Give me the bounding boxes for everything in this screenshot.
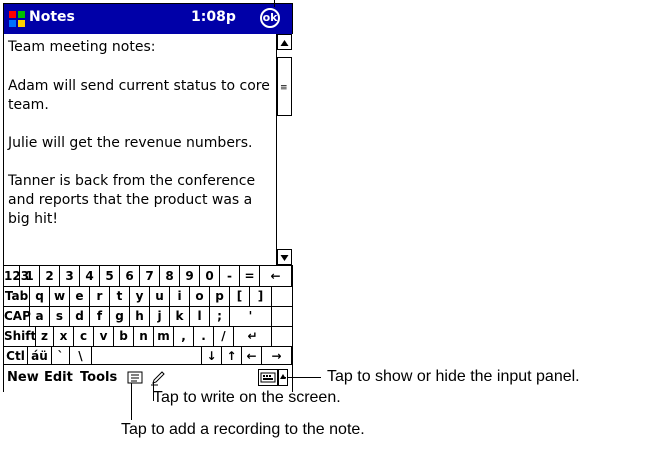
key[interactable]: 0 (200, 266, 220, 286)
key[interactable]: ↓ (202, 346, 222, 366)
callout-line (131, 383, 132, 420)
key[interactable]: n (134, 326, 154, 346)
key[interactable]: ← (260, 266, 292, 286)
key[interactable]: ; (210, 306, 230, 326)
vertical-scrollbar[interactable]: ≡ (276, 34, 293, 265)
key[interactable]: w (50, 286, 70, 306)
key[interactable]: 1 (20, 266, 40, 286)
clock[interactable]: 1:08p (191, 9, 236, 25)
key[interactable]: Shift (4, 326, 36, 346)
key[interactable]: 4 (80, 266, 100, 286)
key[interactable]: v (94, 326, 114, 346)
key[interactable]: - (220, 266, 240, 286)
key[interactable]: 123 (4, 266, 29, 286)
key[interactable]: f (90, 306, 110, 326)
key[interactable]: k (170, 306, 190, 326)
callout-input-panel: Tap to show or hide the input panel. (327, 368, 580, 385)
key[interactable]: 6 (120, 266, 140, 286)
key[interactable]: = (240, 266, 260, 286)
key[interactable]: u (150, 286, 170, 306)
key[interactable]: g (110, 306, 130, 326)
scroll-down-icon[interactable] (277, 249, 292, 265)
command-bar: New Edit Tools (4, 364, 292, 392)
key[interactable]: j (150, 306, 170, 326)
callout-recording: Tap to add a recording to the note. (121, 421, 365, 438)
key[interactable]: \ (70, 346, 92, 366)
title-bar: Notes 1:08p ok (4, 4, 292, 34)
key[interactable]: ← (242, 346, 262, 366)
key[interactable]: ↑ (222, 346, 242, 366)
key[interactable]: Ctl (4, 346, 28, 366)
key[interactable]: 3 (60, 266, 80, 286)
ok-pointer-line (274, 0, 275, 7)
key[interactable]: t (110, 286, 130, 306)
keyboard-row: CAP a s d f g h j k l; ' (4, 306, 292, 327)
note-line: Team meeting notes: (8, 39, 156, 55)
callout-line (287, 377, 321, 378)
note-body[interactable]: Team meeting notes: Adam will send curre… (4, 34, 276, 265)
key[interactable]: 5 (100, 266, 120, 286)
key[interactable]: ] (250, 286, 272, 306)
keyboard-icon[interactable] (258, 369, 278, 386)
key[interactable]: e (70, 286, 90, 306)
key[interactable]: x (54, 326, 74, 346)
callout-line (285, 377, 286, 378)
key[interactable]: áü (28, 346, 52, 366)
key[interactable]: CAP (4, 306, 31, 326)
key[interactable]: i (170, 286, 190, 306)
keyboard-row: Shift z x c v b n m,. / ↵ (4, 326, 292, 347)
note-line: Tanner is back from the conference and r… (8, 173, 256, 227)
key-space[interactable] (92, 346, 202, 366)
callout-write: Tap to write on the screen. (153, 389, 341, 406)
key[interactable]: / (214, 326, 234, 346)
key[interactable]: 2 (40, 266, 60, 286)
recording-icon[interactable] (127, 370, 143, 385)
scroll-up-icon[interactable] (277, 34, 292, 50)
keyboard-row: 123 1 2 3 4 5 6 7 8 9 0- = ← (4, 266, 292, 287)
app-title: Notes (29, 9, 75, 25)
key[interactable]: → (262, 346, 292, 366)
key[interactable]: 7 (140, 266, 160, 286)
key[interactable]: 9 (180, 266, 200, 286)
key[interactable]: ↵ (234, 326, 272, 346)
key[interactable]: , (174, 326, 194, 346)
menu-edit[interactable]: Edit (44, 370, 73, 385)
key[interactable]: y (130, 286, 150, 306)
key[interactable]: r (90, 286, 110, 306)
soft-keyboard[interactable]: 123 1 2 3 4 5 6 7 8 9 0- = ← Tab q w e r t y u i o p[] CAP a s d f… (4, 265, 292, 366)
scroll-thumb[interactable]: ≡ (277, 57, 292, 116)
key[interactable]: . (194, 326, 214, 346)
key[interactable]: a (30, 306, 50, 326)
key[interactable]: c (74, 326, 94, 346)
key[interactable]: o (190, 286, 210, 306)
note-line: Adam will send current status to core te… (8, 78, 270, 113)
key[interactable]: m (154, 326, 174, 346)
key[interactable]: l (190, 306, 210, 326)
key[interactable]: Tab (4, 286, 30, 306)
key[interactable]: 8 (160, 266, 180, 286)
key[interactable]: ' (230, 306, 272, 326)
windows-flag-icon[interactable] (7, 9, 27, 29)
key[interactable]: s (50, 306, 70, 326)
menu-new[interactable]: New (7, 370, 39, 385)
keyboard-row: Ctl áü ` \ ↓ ↑ ← → (4, 346, 292, 366)
pocket-pc-screen: Notes 1:08p ok Team meeting notes: Adam … (3, 3, 293, 392)
key[interactable]: d (70, 306, 90, 326)
key[interactable]: [ (230, 286, 250, 306)
key[interactable]: p (210, 286, 230, 306)
ok-button[interactable]: ok (260, 8, 280, 28)
keyboard-row: Tab q w e r t y u i o p[] (4, 286, 292, 307)
key[interactable]: ` (52, 346, 70, 366)
key[interactable]: q (30, 286, 50, 306)
key[interactable]: z (36, 326, 54, 346)
note-line: Julie will get the revenue numbers. (8, 135, 253, 151)
key[interactable]: b (114, 326, 134, 346)
key[interactable]: h (130, 306, 150, 326)
menu-tools[interactable]: Tools (80, 370, 117, 385)
